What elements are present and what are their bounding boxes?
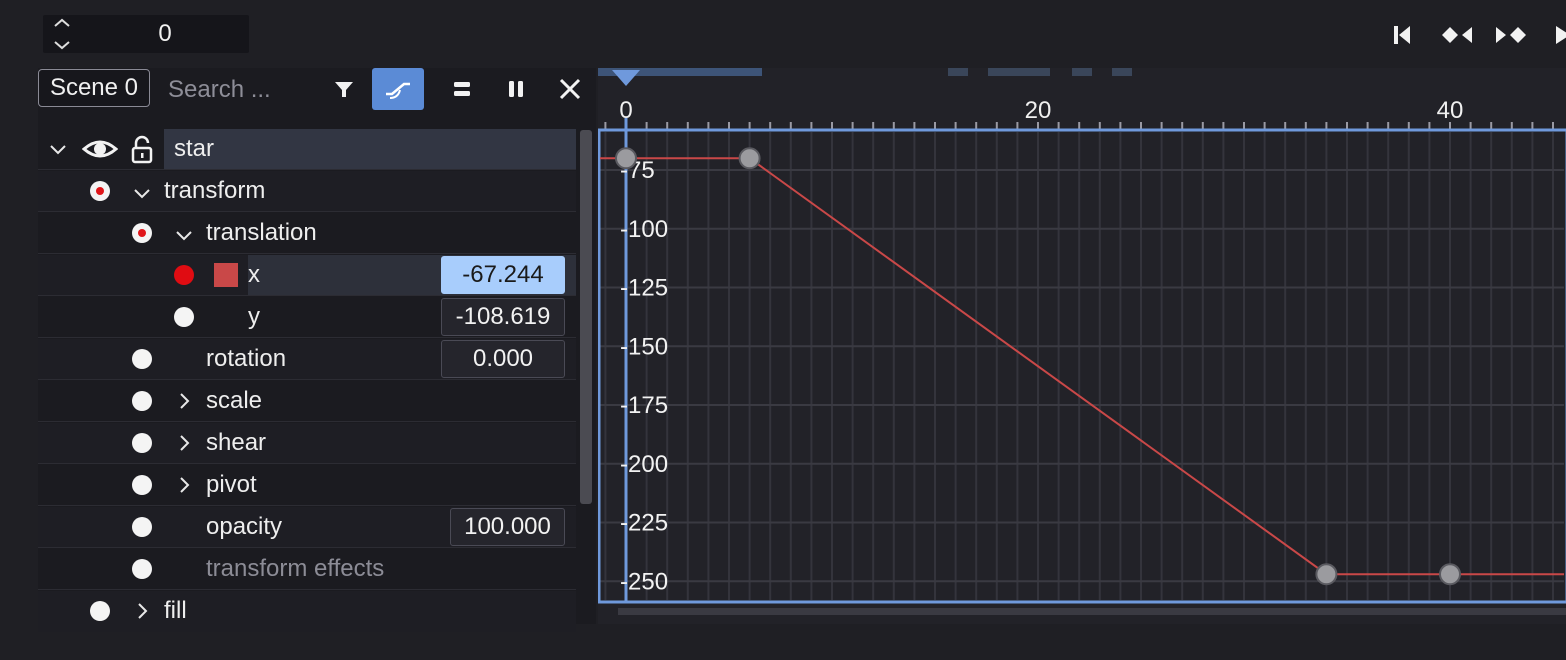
y-value-field[interactable]: -108.619: [441, 298, 565, 336]
curve-color-swatch[interactable]: [214, 263, 238, 287]
value-tick-label: -250: [620, 568, 668, 595]
property-label: transform: [164, 177, 266, 204]
timeline-bars: [598, 68, 1132, 76]
pause-icon[interactable]: [496, 69, 536, 109]
filter-icon[interactable]: [324, 69, 364, 109]
chevron-down-icon[interactable]: [174, 225, 194, 245]
property-label: pivot: [206, 471, 257, 498]
frame-value[interactable]: 0: [140, 18, 190, 50]
timeline-bar: [988, 68, 1050, 76]
close-icon[interactable]: [550, 69, 590, 109]
keyframe-toggle[interactable]: [132, 475, 152, 495]
timeline-bar: [948, 68, 968, 76]
keyframe-toggle[interactable]: [132, 559, 152, 579]
keyframe-toggle[interactable]: [90, 601, 110, 621]
tree-row-shear[interactable]: shear: [38, 423, 576, 464]
keyframe-point[interactable]: [738, 147, 761, 170]
tree-row-transform[interactable]: transform: [38, 171, 576, 212]
keyframe-toggle[interactable]: [132, 223, 152, 243]
eye-icon[interactable]: [82, 135, 118, 163]
keyframe-toggle[interactable]: [174, 265, 194, 285]
property-label: transform effects: [206, 555, 385, 582]
vertical-scrollbar[interactable]: [580, 130, 592, 504]
value-tick-label: -225: [620, 510, 668, 537]
scene-selector[interactable]: Scene 0: [38, 69, 150, 107]
graph-frame: [598, 128, 1566, 604]
chevron-right-icon[interactable]: [174, 475, 194, 495]
value-tick-label: -200: [620, 451, 668, 478]
frame-tick-label: 40: [1437, 97, 1464, 124]
layer-name: star: [174, 135, 215, 162]
keyframe-point[interactable]: [1315, 563, 1338, 586]
property-label: x: [248, 261, 260, 288]
tree-row-scale[interactable]: scale: [38, 381, 576, 422]
frame-ruler: 0 20 40: [604, 97, 1554, 130]
equal-icon[interactable]: [442, 69, 482, 109]
skip-to-start-icon[interactable]: [1386, 18, 1420, 52]
property-label: rotation: [206, 345, 287, 372]
tree-row-translation[interactable]: translation: [38, 213, 576, 254]
tree-row-opacity[interactable]: opacity 100.000: [38, 507, 576, 548]
keyframe-toggle[interactable]: [132, 517, 152, 537]
opacity-value-field[interactable]: 100.000: [450, 508, 565, 546]
x-value-field[interactable]: -67.244: [441, 256, 565, 294]
grid: [600, 132, 1564, 600]
value-tick-label: -175: [620, 392, 668, 419]
tree-row-rotation[interactable]: rotation 0.000: [38, 339, 576, 380]
curve-path[interactable]: [600, 157, 1564, 576]
previous-keyframe-icon[interactable]: [1440, 18, 1474, 52]
property-label: opacity: [206, 513, 283, 540]
play-icon[interactable]: [1548, 18, 1566, 52]
timeline-bar: [1112, 68, 1132, 76]
tree-row-fill[interactable]: fill: [38, 591, 576, 632]
frame-tick-label: 20: [1025, 97, 1052, 124]
search-input[interactable]: Search ...: [160, 69, 328, 109]
rotation-value-field[interactable]: 0.000: [441, 340, 565, 378]
keyframe-toggle[interactable]: [132, 391, 152, 411]
timeline-bar: [1072, 68, 1092, 76]
property-label: scale: [206, 387, 263, 414]
chevron-down-icon[interactable]: [48, 139, 68, 159]
animation-curve[interactable]: [600, 147, 1564, 586]
tree-row-x[interactable]: x -67.244: [38, 255, 576, 296]
graph-editor-icon: [386, 82, 410, 99]
chevron-down-icon[interactable]: [132, 183, 152, 203]
property-label: translation: [206, 219, 317, 246]
keyframe-point[interactable]: [1439, 563, 1461, 586]
property-label: fill: [164, 597, 187, 624]
tree-row-transform-effects[interactable]: transform effects: [38, 549, 576, 590]
tree-row-pivot[interactable]: pivot: [38, 465, 576, 506]
horizontal-scrollbar[interactable]: [618, 608, 1566, 615]
lock-icon[interactable]: [130, 135, 154, 165]
graph-canvas[interactable]: 0 20 40 -75-100-125-150-175-200-225-250: [598, 68, 1566, 624]
playhead-marker[interactable]: [612, 70, 640, 86]
up-down-chevron-icon[interactable]: [52, 16, 72, 52]
keyframe-toggle[interactable]: [132, 433, 152, 453]
value-tick-label: -125: [620, 275, 668, 302]
tree-row-star[interactable]: star: [38, 129, 576, 170]
chevron-right-icon[interactable]: [174, 391, 194, 411]
keyframe-point[interactable]: [615, 147, 637, 170]
property-label: y: [248, 303, 260, 330]
tree-row-y[interactable]: y -108.619: [38, 297, 576, 338]
keyframe-toggle[interactable]: [90, 181, 110, 201]
next-keyframe-icon[interactable]: [1494, 18, 1528, 52]
chevron-right-icon[interactable]: [132, 601, 152, 621]
value-tick-label: -150: [620, 333, 668, 360]
keyframe-toggle[interactable]: [132, 349, 152, 369]
keyframe-toggle[interactable]: [174, 307, 194, 327]
property-label: shear: [206, 429, 267, 456]
chevron-right-icon[interactable]: [174, 433, 194, 453]
graph-editor-toggle[interactable]: [372, 68, 424, 110]
selection-highlight: [164, 129, 576, 169]
value-tick-label: -100: [620, 216, 668, 243]
